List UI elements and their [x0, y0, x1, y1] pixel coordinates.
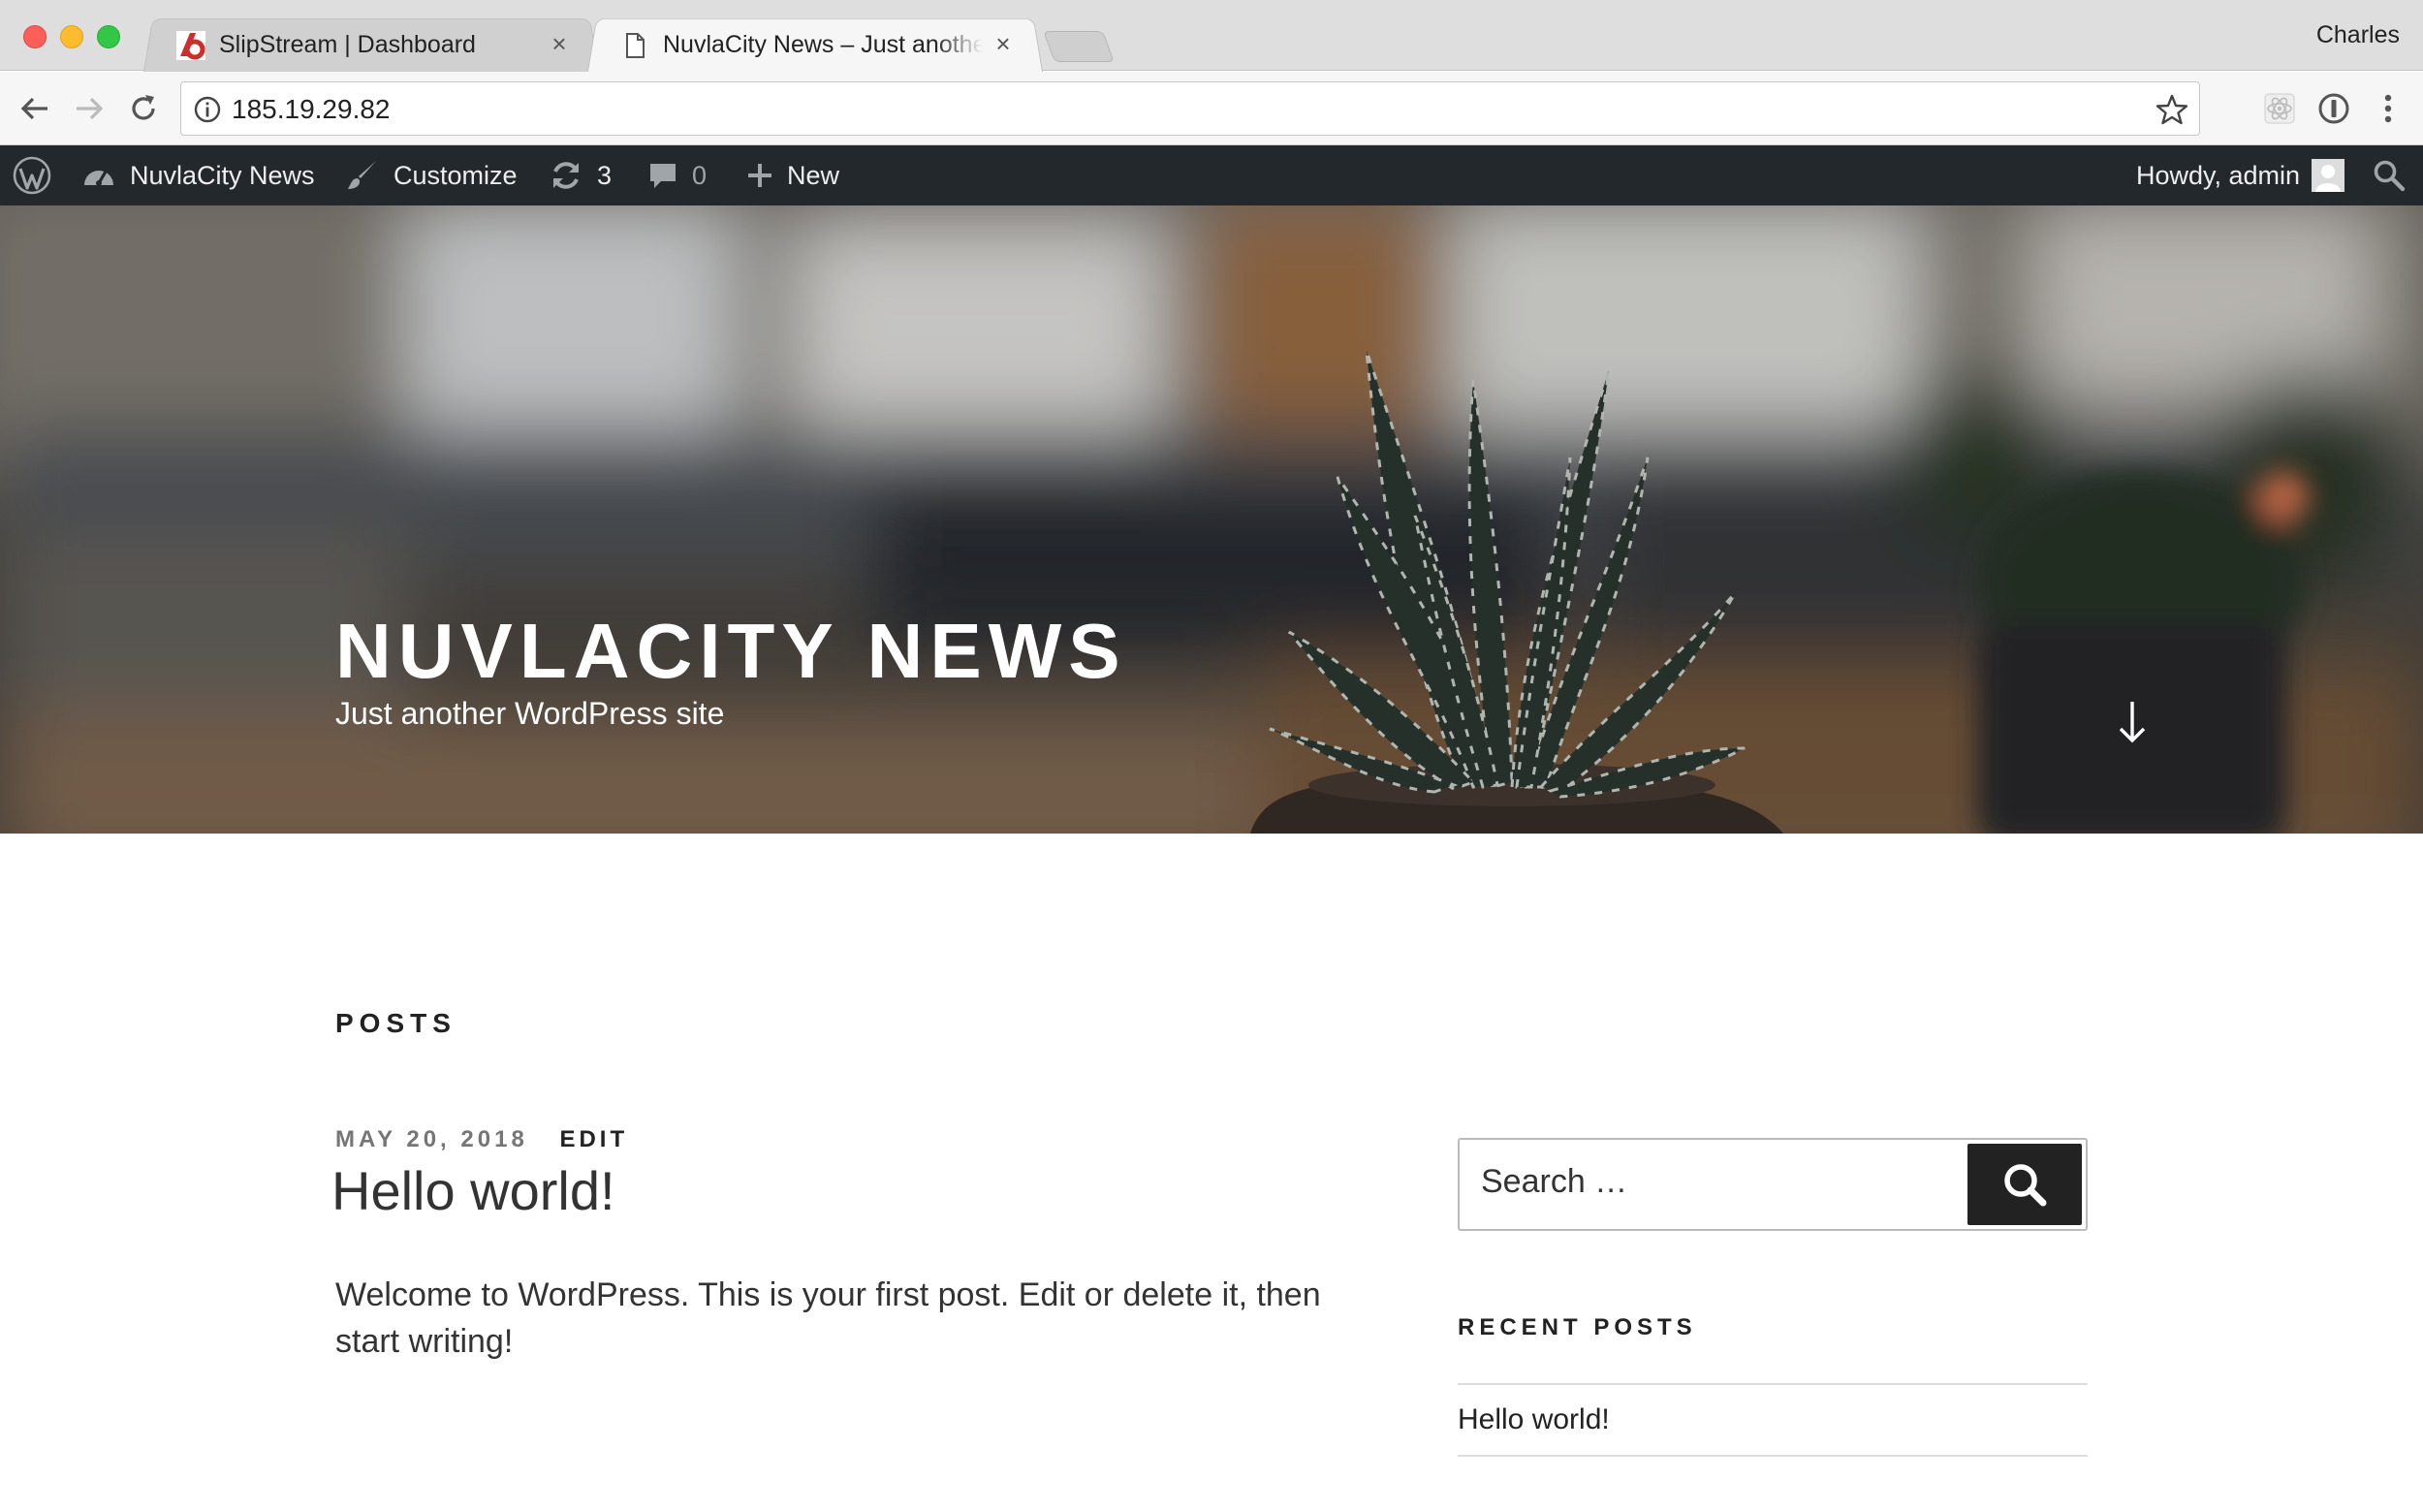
react-devtools-icon	[2264, 93, 2295, 124]
new-label: New	[787, 160, 840, 190]
updates-count: 3	[597, 160, 613, 190]
howdy-label: Howdy, admin	[2136, 160, 2301, 190]
new-tab-button[interactable]	[1043, 31, 1115, 62]
avatar	[2312, 159, 2345, 192]
search-form: Search …	[1458, 1138, 2088, 1231]
paintbrush-icon	[348, 161, 376, 189]
extension-password-button[interactable]	[2314, 89, 2353, 128]
arrow-right-icon	[77, 97, 104, 120]
customize-label: Customize	[393, 160, 518, 190]
comments-link[interactable]: 0	[647, 145, 707, 205]
customize-link[interactable]: Customize	[345, 145, 518, 205]
password-manager-icon	[2318, 93, 2349, 124]
post-excerpt: Welcome to WordPress. This is your first…	[335, 1276, 1321, 1360]
recent-posts-title: Recent Posts	[1458, 1314, 1697, 1340]
updates-refresh-icon	[553, 162, 579, 189]
plus-icon	[748, 164, 771, 187]
post-title-link[interactable]: Hello world!	[331, 1159, 615, 1222]
forward-button[interactable]	[68, 87, 110, 130]
my-account-menu[interactable]: Howdy, admin	[2136, 145, 2345, 205]
header-image	[0, 205, 2423, 834]
close-window-button[interactable]	[23, 25, 47, 48]
wp-admin-bar: NuvlaCity News Customize 3 0 New Howdy, …	[0, 145, 2423, 205]
entry-meta: May 20, 2018 Edit	[335, 1126, 628, 1153]
kebab-menu-icon	[2384, 94, 2392, 123]
site-name-label: NuvlaCity News	[130, 160, 315, 190]
tab-title: SlipStream | Dashboard	[219, 31, 476, 58]
profile-name[interactable]: Charles	[2316, 21, 2400, 49]
divider	[1458, 1383, 2088, 1385]
address-bar[interactable]: 185.19.29.82	[180, 81, 2200, 136]
page-icon	[626, 33, 645, 58]
post-date-link[interactable]: May 20, 2018	[335, 1126, 528, 1152]
browser-menu-button[interactable]	[2369, 89, 2407, 128]
search-icon	[2374, 160, 2406, 192]
recent-post-link[interactable]: Hello world!	[1458, 1403, 1610, 1436]
tab-title: NuvlaCity News – Just another WordPress …	[663, 31, 983, 58]
back-button[interactable]	[14, 87, 56, 130]
zoom-window-button[interactable]	[97, 25, 120, 48]
admin-search-button[interactable]	[2373, 145, 2406, 205]
bookmark-star-icon[interactable]	[2155, 92, 2189, 127]
search-submit-button[interactable]	[1967, 1144, 2082, 1225]
search-icon	[2004, 1164, 2047, 1207]
tab-close-icon[interactable]: ×	[989, 29, 1018, 58]
extension-react-button[interactable]	[2260, 89, 2299, 128]
comments-count: 0	[692, 160, 708, 190]
reload-button[interactable]	[122, 87, 165, 130]
updates-link[interactable]: 3	[549, 145, 612, 205]
reload-icon	[132, 95, 155, 120]
browser-toolbar: 185.19.29.82	[0, 72, 2423, 145]
dashboard-gauge-icon	[84, 171, 113, 186]
page-heading: Posts	[335, 1008, 456, 1038]
new-content-menu[interactable]: New	[746, 145, 839, 205]
edit-post-link[interactable]: Edit	[559, 1126, 628, 1152]
new-tab-shape	[1043, 31, 1115, 62]
site-tagline: Just another WordPress site	[335, 696, 725, 731]
tab-nuvlacity-news[interactable]: NuvlaCity News – Just another WordPress …	[587, 16, 1043, 72]
tab-close-icon[interactable]: ×	[545, 29, 574, 58]
comment-bubble-icon	[650, 164, 676, 188]
search-input[interactable]: Search …	[1481, 1163, 1627, 1201]
divider	[1458, 1455, 2088, 1457]
wp-logo-menu[interactable]	[12, 145, 52, 205]
arrow-down-icon[interactable]	[2115, 698, 2150, 746]
slipstream-logo-icon	[176, 31, 205, 60]
custom-header: NuvlaCity News Just another WordPress si…	[0, 205, 2423, 834]
site-title[interactable]: NuvlaCity News	[335, 607, 1127, 696]
minimize-window-button[interactable]	[60, 25, 83, 48]
info-icon[interactable]	[193, 95, 222, 124]
site-name-menu[interactable]: NuvlaCity News	[81, 145, 315, 205]
url-text[interactable]: 185.19.29.82	[232, 94, 391, 125]
arrow-left-icon	[20, 97, 47, 120]
wordpress-logo-icon	[13, 156, 51, 195]
tab-slipstream-dashboard[interactable]: SlipStream | Dashboard ×	[143, 16, 599, 72]
browser-tab-strip: SlipStream | Dashboard × NuvlaCity News …	[0, 0, 2423, 72]
